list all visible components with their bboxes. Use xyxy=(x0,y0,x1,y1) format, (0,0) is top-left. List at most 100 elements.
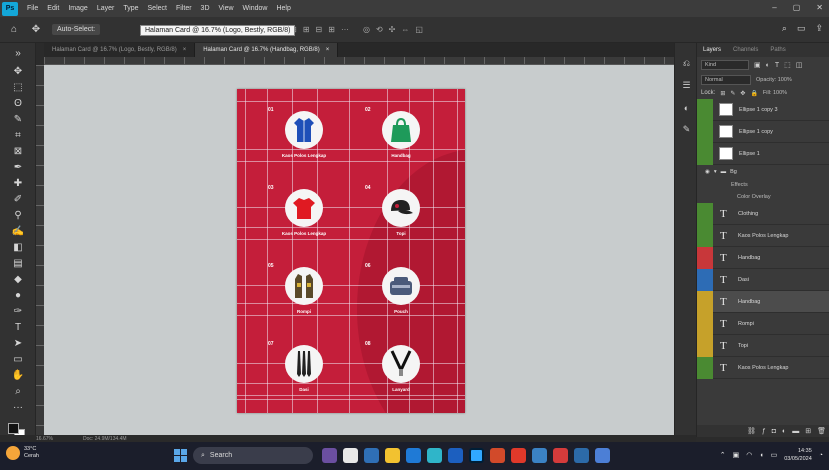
menu-3d[interactable]: 3D xyxy=(201,5,210,12)
mail-icon[interactable] xyxy=(364,448,379,463)
healing-brush-icon[interactable]: ✚ xyxy=(9,177,27,190)
tab-document-1[interactable]: Halaman Card @ 16.7% (Logo, Bestly, RGB/… xyxy=(44,43,196,57)
filter-adjust-icon[interactable]: ◐ xyxy=(766,62,770,69)
menu-image[interactable]: Image xyxy=(68,5,87,12)
history-brush-icon[interactable]: ✍ xyxy=(9,225,27,238)
pen-tool-icon[interactable]: ✑ xyxy=(9,305,27,318)
volume-icon[interactable]: ◖ xyxy=(759,452,763,459)
more-tools-icon[interactable]: ··· xyxy=(9,401,27,414)
adjustment-layer-icon[interactable]: ◐ xyxy=(782,428,786,435)
type-tool-icon[interactable]: T xyxy=(9,321,27,334)
delete-layer-icon[interactable]: 🗑 xyxy=(817,427,826,435)
taskbar-search[interactable]: ⌕ Search xyxy=(193,447,313,464)
battery-icon[interactable]: ▭ xyxy=(771,451,778,459)
foreground-color-swatch[interactable] xyxy=(8,423,19,434)
align-center-icon[interactable]: ⊞ xyxy=(303,25,310,34)
filter-smart-icon[interactable]: ◫ xyxy=(796,61,803,69)
windows-start-icon[interactable] xyxy=(174,449,187,462)
mask-icon[interactable]: ◘ xyxy=(772,428,776,435)
copilot-icon[interactable] xyxy=(322,448,337,463)
brush-tool-icon[interactable]: ✐ xyxy=(9,193,27,206)
eyedropper-tool-icon[interactable]: ✒ xyxy=(9,161,27,174)
menu-layer[interactable]: Layer xyxy=(97,5,115,12)
notifications-icon[interactable]: ◔ xyxy=(819,452,823,459)
move-tool-icon[interactable]: ✥ xyxy=(9,65,27,78)
vertical-ruler[interactable] xyxy=(36,65,44,435)
chrome-icon[interactable] xyxy=(490,448,505,463)
shape-tool-icon[interactable]: ▭ xyxy=(9,353,27,366)
tray-app-icon[interactable]: ▣ xyxy=(733,451,740,459)
text-layer-row[interactable]: T Kaos Polos Lengkap xyxy=(697,224,829,247)
home-icon[interactable]: ⌂ xyxy=(6,23,22,37)
photoshop-logo[interactable]: Ps xyxy=(2,1,18,16)
link-layers-icon[interactable]: ⛓ xyxy=(747,427,756,435)
text-layer-row[interactable]: T Rompi xyxy=(697,312,829,335)
clock[interactable]: 14:35 03/05/2024 xyxy=(784,447,812,463)
tab-layers[interactable]: Layers xyxy=(697,47,727,53)
word-icon[interactable] xyxy=(448,448,463,463)
tab-channels[interactable]: Channels xyxy=(727,47,764,53)
text-layer-row[interactable]: T Handbag xyxy=(697,246,829,269)
effect-item-row[interactable]: Color Overlay xyxy=(697,191,829,203)
move-tool-icon[interactable]: ✥ xyxy=(28,23,44,37)
lock-position-icon[interactable]: ✥ xyxy=(740,90,745,97)
layer-kind-filter[interactable]: Kind xyxy=(701,60,749,70)
effects-row[interactable]: Effects xyxy=(697,179,829,191)
text-layer-row[interactable]: T Topi xyxy=(697,334,829,357)
app-icon[interactable] xyxy=(532,448,547,463)
menu-help[interactable]: Help xyxy=(276,5,290,12)
text-layer-row[interactable]: T Kaos Polos Lengkap xyxy=(697,356,829,379)
layer-row[interactable]: Ellipse 1 xyxy=(697,142,829,165)
lock-pixels-icon[interactable]: ⊞ xyxy=(720,90,725,97)
app-icon[interactable] xyxy=(574,448,589,463)
minimize-icon[interactable]: – xyxy=(772,3,776,12)
fill-field[interactable]: Fill: 100% xyxy=(763,90,787,96)
text-layer-row[interactable]: T Dasi xyxy=(697,268,829,291)
menu-view[interactable]: View xyxy=(219,5,234,12)
canvas-area[interactable]: 01 Kaos Polos Lengkap 02 Handbag 03 Kaos Polo… xyxy=(44,65,674,435)
horizontal-ruler[interactable] xyxy=(44,57,674,65)
lock-all-icon[interactable]: 🔒 xyxy=(750,90,757,97)
zoom-level[interactable]: 16.67% xyxy=(36,436,53,442)
menu-file[interactable]: File xyxy=(27,5,38,12)
properties-icon[interactable]: ☰ xyxy=(680,79,693,92)
blur-tool-icon[interactable]: ◆ xyxy=(9,273,27,286)
eraser-tool-icon[interactable]: ◧ xyxy=(9,241,27,254)
tab-paths[interactable]: Paths xyxy=(764,47,791,53)
layer-row[interactable]: Ellipse 1 copy 3 xyxy=(697,98,829,121)
menu-window[interactable]: Window xyxy=(243,5,268,12)
text-layer-row[interactable]: T Clothing xyxy=(697,202,829,225)
layer-row[interactable]: Ellipse 1 copy xyxy=(697,120,829,143)
file-explorer-icon[interactable] xyxy=(385,448,400,463)
edge-icon[interactable] xyxy=(406,448,421,463)
brush-settings-icon[interactable]: ✎ xyxy=(680,123,693,136)
history-icon[interactable]: ⎌ xyxy=(680,57,693,70)
filter-shape-icon[interactable]: ⬚ xyxy=(784,61,791,69)
menu-edit[interactable]: Edit xyxy=(47,5,59,12)
store-icon[interactable] xyxy=(427,448,442,463)
chevron-up-icon[interactable]: ⌃ xyxy=(720,451,726,459)
frame-tool-icon[interactable]: ⊠ xyxy=(9,145,27,158)
path-select-tool-icon[interactable]: ➤ xyxy=(9,337,27,350)
new-layer-icon[interactable]: ⊞ xyxy=(805,427,811,435)
share-icon[interactable]: ⇪ xyxy=(815,23,823,34)
app-icon[interactable] xyxy=(553,448,568,463)
filter-pixel-icon[interactable]: ▣ xyxy=(754,61,761,69)
auto-select-toggle[interactable]: Auto-Select: xyxy=(52,24,101,35)
stamp-tool-icon[interactable]: ⚲ xyxy=(9,209,27,222)
task-view-icon[interactable] xyxy=(343,448,358,463)
poster-artboard[interactable]: 01 Kaos Polos Lengkap 02 Handbag 03 Kaos Polo… xyxy=(237,89,465,413)
text-layer-row[interactable]: T Handbag xyxy=(697,290,829,313)
distribute-icon[interactable]: ⊞ xyxy=(328,25,335,34)
3d-slide-icon[interactable]: ⇔ xyxy=(401,25,409,34)
3d-rotate-icon[interactable]: ⟲ xyxy=(376,25,383,34)
lasso-tool-icon[interactable]: ʘ xyxy=(9,97,27,110)
lock-brush-icon[interactable]: ✎ xyxy=(730,90,735,97)
collapse-icon[interactable]: » xyxy=(9,47,27,60)
close-tab-icon[interactable]: × xyxy=(183,47,187,53)
menu-select[interactable]: Select xyxy=(148,5,167,12)
quick-select-tool-icon[interactable]: ✎ xyxy=(9,113,27,126)
photoshop-taskbar-icon[interactable] xyxy=(469,448,484,463)
tab-document-2[interactable]: Halaman Card @ 16.7% (Handbag, RGB/8) × xyxy=(195,43,339,57)
weather-widget[interactable]: 33°C Cerah xyxy=(6,446,39,460)
